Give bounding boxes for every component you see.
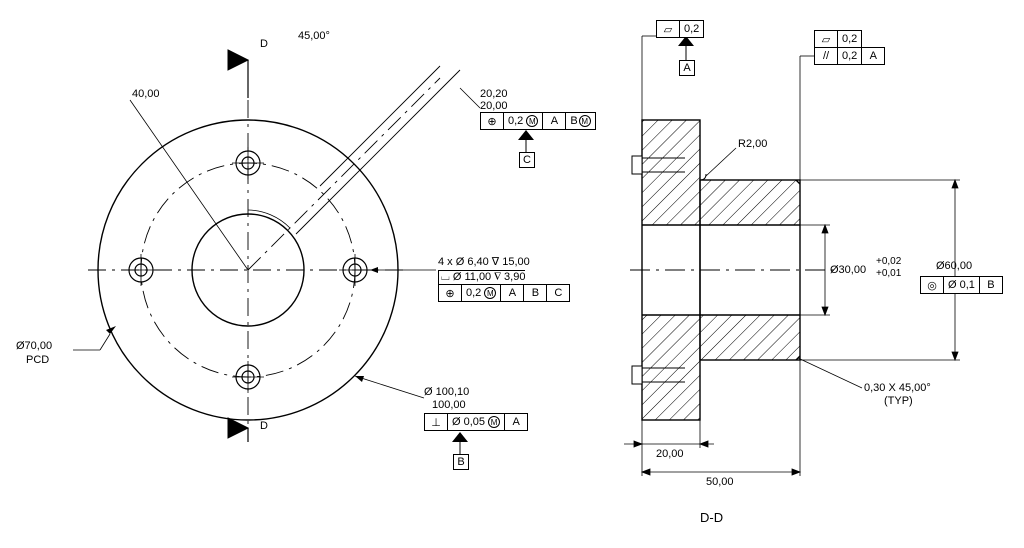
pcd-label: PCD [26,354,49,367]
section-arrow-top-label: D [260,38,268,51]
od-upper: Ø 100,10 [424,386,469,399]
fcf-key-position: ⊕ 0,2 M A BM [480,112,596,130]
bore-tol-upper: +0,02 [876,256,901,268]
gdnt-position-icon: ⊕ [439,285,462,301]
gdnt-concentricity-icon: ◎ [921,277,944,293]
datum-a: A [679,60,695,76]
fcf-parallel-right: // 0,2 A [814,47,885,65]
fcf-concentricity: ◎ Ø 0,1 B [920,276,1003,294]
datum-c: C [519,152,535,168]
gdnt-flatness-icon: ▱ [657,21,680,37]
chamfer-line2: (TYP) [884,395,913,408]
fillet-radius: R2,00 [738,138,767,151]
overall-len: 50,00 [706,476,734,489]
gdnt-parallelism-icon: // [815,48,838,64]
section-arrow-bottom-label: D [260,420,268,433]
fcf-holes-position: ⊕ 0,2 M A B C [438,284,570,302]
hole-note-line2: ⌴ Ø 11,00 ∇ 3,90 [438,270,525,284]
bore-dia: Ø30,00 [830,264,866,277]
gdnt-flatness-icon: ▱ [815,31,838,47]
gdnt-position-icon: ⊕ [481,113,504,129]
datum-b: B [453,454,469,470]
fcf-flatness-left: ▱ 0,2 [656,20,704,38]
hole-note-line1: 4 x Ø 6,40 ∇ 15,00 [438,256,530,269]
gdnt-perpendicularity-icon: ⊥ [425,414,448,430]
angle-dim: 45,00° [298,30,330,43]
shaft-dia: Ø60,00 [936,260,972,273]
chamfer-line1: 0,30 X 45,00° [864,382,931,395]
radial-dim: 40,00 [132,88,160,101]
fcf-od-perp: ⊥ Ø 0,05 M A [424,413,528,431]
pcd-dia: Ø70,00 [16,340,52,353]
bore-tol-lower: +0,01 [876,268,901,280]
flange-thk: 20,00 [656,448,684,461]
section-label: D-D [700,510,723,526]
od-lower: 100,00 [432,399,466,412]
fcf-flatness-right: ▱ 0,2 [814,30,862,48]
